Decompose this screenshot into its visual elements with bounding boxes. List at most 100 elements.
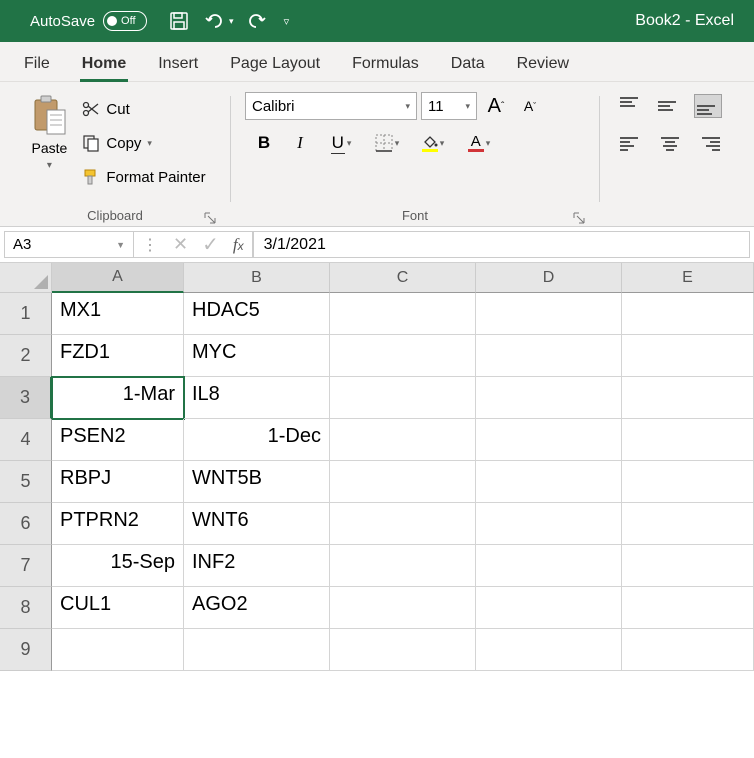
copy-button[interactable]: Copy ▾ [82, 130, 205, 156]
increase-font-button[interactable]: Aˆ [481, 92, 511, 120]
cell-E6[interactable] [622, 503, 754, 545]
cell-D2[interactable] [476, 335, 622, 377]
cell-A7[interactable]: 15-Sep [52, 545, 184, 587]
borders-button[interactable]: ▾ [369, 130, 405, 156]
row-header-8[interactable]: 8 [0, 587, 52, 629]
cell-A1[interactable]: MX1 [52, 293, 184, 335]
cancel-button[interactable]: ✕ [173, 234, 188, 255]
cell-E2[interactable] [622, 335, 754, 377]
save-button[interactable] [165, 7, 193, 35]
row-header-1[interactable]: 1 [0, 293, 52, 335]
tab-data[interactable]: Data [437, 47, 499, 81]
drag-handle-icon[interactable]: ⋮ [142, 235, 159, 255]
tab-file[interactable]: File [10, 47, 64, 81]
autosave-switch[interactable]: Off [103, 11, 147, 31]
decrease-font-button[interactable]: Aˇ [515, 92, 545, 120]
cell-A3[interactable]: 1-Mar [52, 377, 184, 419]
paste-button[interactable]: Paste ▾ [24, 92, 74, 171]
cell-A5[interactable]: RBPJ [52, 461, 184, 503]
spreadsheet-grid[interactable]: ABCDE 1MX1HDAC5 2FZD1MYC 31-MarIL8 4PSEN21-… [0, 263, 754, 671]
cell-C7[interactable] [330, 545, 476, 587]
cell-E1[interactable] [622, 293, 754, 335]
cell-D1[interactable] [476, 293, 622, 335]
undo-button[interactable]: ▾ [203, 11, 234, 31]
cell-C2[interactable] [330, 335, 476, 377]
cell-A4[interactable]: PSEN2 [52, 419, 184, 461]
row-header-3[interactable]: 3 [0, 377, 52, 419]
column-header-D[interactable]: D [476, 263, 622, 293]
cell-E4[interactable] [622, 419, 754, 461]
font-size-select[interactable]: 11 ▾ [421, 92, 477, 120]
align-top-button[interactable] [618, 94, 646, 118]
tab-insert[interactable]: Insert [144, 47, 212, 81]
dialog-launcher-icon[interactable] [573, 212, 585, 224]
qat-customize-button[interactable]: ▿ [284, 15, 290, 28]
cell-B1[interactable]: HDAC5 [184, 293, 330, 335]
cell-C6[interactable] [330, 503, 476, 545]
align-center-button[interactable] [656, 132, 684, 156]
cell-C1[interactable] [330, 293, 476, 335]
cell-C4[interactable] [330, 419, 476, 461]
row-header-9[interactable]: 9 [0, 629, 52, 671]
cell-E7[interactable] [622, 545, 754, 587]
tab-page-layout[interactable]: Page Layout [216, 47, 334, 81]
row-header-6[interactable]: 6 [0, 503, 52, 545]
row-header-7[interactable]: 7 [0, 545, 52, 587]
cell-E8[interactable] [622, 587, 754, 629]
formula-input[interactable]: 3/1/2021 [253, 231, 750, 258]
redo-button[interactable] [244, 7, 272, 35]
cell-B2[interactable]: MYC [184, 335, 330, 377]
cell-A9[interactable] [52, 629, 184, 671]
cell-C9[interactable] [330, 629, 476, 671]
align-bottom-button[interactable] [694, 94, 722, 118]
column-header-B[interactable]: B [184, 263, 330, 293]
enter-button[interactable]: ✓ [202, 232, 219, 257]
row-header-4[interactable]: 4 [0, 419, 52, 461]
row-header-2[interactable]: 2 [0, 335, 52, 377]
fill-color-button[interactable]: ▾ [415, 130, 451, 156]
cell-C5[interactable] [330, 461, 476, 503]
cell-B7[interactable]: INF2 [184, 545, 330, 587]
tab-home[interactable]: Home [68, 47, 140, 81]
autosave-toggle[interactable]: AutoSave Off [30, 11, 147, 31]
cell-E3[interactable] [622, 377, 754, 419]
cell-D8[interactable] [476, 587, 622, 629]
cell-B8[interactable]: AGO2 [184, 587, 330, 629]
cell-B6[interactable]: WNT6 [184, 503, 330, 545]
italic-button[interactable]: I [287, 130, 313, 156]
cell-D3[interactable] [476, 377, 622, 419]
column-header-C[interactable]: C [330, 263, 476, 293]
font-color-button[interactable]: A ▾ [461, 130, 497, 156]
format-painter-button[interactable]: Format Painter [82, 164, 205, 190]
cell-A8[interactable]: CUL1 [52, 587, 184, 629]
name-box[interactable]: A3 ▼ [4, 231, 134, 258]
cell-C8[interactable] [330, 587, 476, 629]
underline-button[interactable]: U▾ [323, 130, 359, 156]
cell-D5[interactable] [476, 461, 622, 503]
cell-E9[interactable] [622, 629, 754, 671]
tab-review[interactable]: Review [503, 47, 583, 81]
cell-C3[interactable] [330, 377, 476, 419]
cell-D4[interactable] [476, 419, 622, 461]
cell-A6[interactable]: PTPRN2 [52, 503, 184, 545]
cell-B3[interactable]: IL8 [184, 377, 330, 419]
cut-button[interactable]: Cut [82, 96, 205, 122]
tab-formulas[interactable]: Formulas [338, 47, 433, 81]
cell-B5[interactable]: WNT5B [184, 461, 330, 503]
row-header-5[interactable]: 5 [0, 461, 52, 503]
bold-button[interactable]: B [251, 130, 277, 156]
cell-D7[interactable] [476, 545, 622, 587]
column-header-A[interactable]: A [52, 263, 184, 293]
cell-B4[interactable]: 1-Dec [184, 419, 330, 461]
cell-A2[interactable]: FZD1 [52, 335, 184, 377]
align-right-button[interactable] [694, 132, 722, 156]
insert-function-button[interactable]: fx [233, 235, 244, 255]
cell-D6[interactable] [476, 503, 622, 545]
align-left-button[interactable] [618, 132, 646, 156]
column-header-E[interactable]: E [622, 263, 754, 293]
select-all-corner[interactable] [0, 263, 52, 293]
cell-D9[interactable] [476, 629, 622, 671]
cell-B9[interactable] [184, 629, 330, 671]
cell-E5[interactable] [622, 461, 754, 503]
align-middle-button[interactable] [656, 94, 684, 118]
